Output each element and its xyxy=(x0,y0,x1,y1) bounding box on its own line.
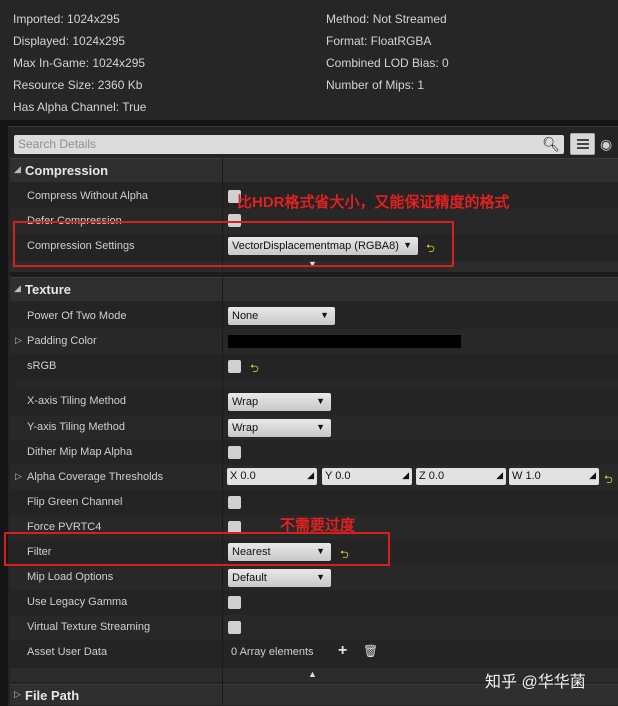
annotation-box-filter xyxy=(4,532,390,566)
property-label: Virtual Texture Streaming xyxy=(27,621,151,633)
property-label: Alpha Coverage Thresholds xyxy=(27,471,164,483)
category-label: Texture xyxy=(25,282,71,297)
annotation-box-compression xyxy=(13,221,454,267)
padding-color-swatch[interactable] xyxy=(228,335,461,348)
property-label: Flip Green Channel xyxy=(27,496,123,508)
use-legacy-gamma-checkbox[interactable] xyxy=(228,596,241,609)
expand-triangle-icon[interactable]: ▷ xyxy=(15,335,22,346)
row-srgb: sRGB ⮌ xyxy=(10,354,618,379)
search-placeholder: Search Details xyxy=(18,137,97,151)
expand-triangle-icon[interactable]: ▷ xyxy=(15,471,22,482)
row-dither-mip-map-alpha: Dither Mip Map Alpha xyxy=(10,440,618,465)
dropdown-value: None xyxy=(232,310,259,322)
reset-to-default-icon[interactable]: ⮌ xyxy=(250,360,259,379)
power-of-two-dropdown[interactable]: None ▼ xyxy=(228,307,335,325)
drag-handle-icon[interactable]: ◢ xyxy=(589,470,596,481)
texture-info-panel: Imported: 1024x295 Displayed: 1024x295 M… xyxy=(0,0,618,120)
drag-handle-icon[interactable]: ◢ xyxy=(496,470,503,481)
dropdown-value: Default xyxy=(232,572,267,584)
row-alpha-coverage-thresholds: ▷ Alpha Coverage Thresholds X 0.0 ◢ Y 0.… xyxy=(10,465,618,490)
drag-handle-icon[interactable]: ◢ xyxy=(307,470,314,481)
chevron-down-icon: ▼ xyxy=(316,572,325,582)
annotation-compression-note: 比HDR格式省大小，又能保证精度的格式 xyxy=(237,194,510,211)
eye-icon[interactable]: ◉ xyxy=(600,136,612,153)
vector-value: X 0.0 xyxy=(230,470,256,482)
alpha-z-field[interactable]: Z 0.0 ◢ xyxy=(416,468,506,485)
row-padding-color: ▷ Padding Color xyxy=(10,329,618,354)
row-power-of-two-mode: Power Of Two Mode None ▼ xyxy=(10,304,618,329)
texture-format: Format: FloatRGBA xyxy=(326,34,432,48)
streaming-method: Method: Not Streamed xyxy=(326,12,447,26)
row-use-legacy-gamma: Use Legacy Gamma xyxy=(10,590,618,615)
max-in-game-size: Max In-Game: 1024x295 xyxy=(13,56,146,70)
annotation-filter-note: 不需要过度 xyxy=(280,517,356,534)
srgb-checkbox[interactable] xyxy=(228,360,241,373)
add-element-icon[interactable]: + xyxy=(338,642,347,660)
collapse-triangle-icon[interactable]: ◢ xyxy=(14,164,21,175)
vector-value: Z 0.0 xyxy=(419,470,445,482)
row-mip-load-options: Mip Load Options Default ▼ xyxy=(10,565,618,590)
view-options-button[interactable] xyxy=(570,133,595,155)
collapse-triangle-icon[interactable]: ◢ xyxy=(14,283,21,294)
mip-load-options-dropdown[interactable]: Default ▼ xyxy=(228,569,331,587)
resource-size: Resource Size: 2360 Kb xyxy=(13,78,143,92)
has-alpha-channel: Has Alpha Channel: True xyxy=(13,100,147,114)
dropdown-value: Wrap xyxy=(232,396,259,408)
row-asset-user-data: Asset User Data 0 Array elements + 🗑︎ xyxy=(10,640,618,665)
array-count: 0 Array elements xyxy=(231,646,314,658)
alpha-w-field[interactable]: W 1.0 ◢ xyxy=(509,468,599,485)
number-of-mips: Number of Mips: 1 xyxy=(326,78,425,92)
alpha-x-field[interactable]: X 0.0 ◢ xyxy=(227,468,317,485)
displayed-size: Displayed: 1024x295 xyxy=(13,34,126,48)
virtual-texture-streaming-checkbox[interactable] xyxy=(228,621,241,634)
trash-icon[interactable]: 🗑︎ xyxy=(363,644,378,658)
x-tiling-dropdown[interactable]: Wrap ▼ xyxy=(228,393,331,411)
property-label: X-axis Tiling Method xyxy=(27,395,127,407)
dropdown-value: Wrap xyxy=(232,422,259,434)
divider xyxy=(10,379,618,389)
property-label: Power Of Two Mode xyxy=(27,310,127,322)
chevron-down-icon: ▼ xyxy=(316,422,325,432)
row-flip-green-channel: Flip Green Channel xyxy=(10,490,618,515)
property-label: Dither Mip Map Alpha xyxy=(27,446,133,458)
lod-bias: Combined LOD Bias: 0 xyxy=(326,56,449,70)
chevron-down-icon: ▼ xyxy=(316,396,325,406)
dither-mip-map-alpha-checkbox[interactable] xyxy=(228,446,241,459)
category-compression[interactable]: ◢ Compression xyxy=(10,158,618,182)
search-details-box[interactable]: Search Details 🔍︎ xyxy=(14,135,564,154)
row-y-tiling: Y-axis Tiling Method Wrap ▼ xyxy=(10,415,618,440)
property-label: Asset User Data xyxy=(27,646,108,658)
row-x-tiling: X-axis Tiling Method Wrap ▼ xyxy=(10,389,618,414)
category-label: Compression xyxy=(25,163,109,178)
reset-to-default-icon[interactable]: ⮌ xyxy=(604,471,613,490)
expand-triangle-icon[interactable]: ▷ xyxy=(14,689,21,700)
category-texture[interactable]: ◢ Texture xyxy=(10,277,618,301)
y-tiling-dropdown[interactable]: Wrap ▼ xyxy=(228,419,331,437)
property-label: Padding Color xyxy=(27,335,97,347)
vector-value: W 1.0 xyxy=(512,470,541,482)
alpha-y-field[interactable]: Y 0.0 ◢ xyxy=(322,468,412,485)
search-icon[interactable]: 🔍︎ xyxy=(542,136,560,153)
property-label: Y-axis Tiling Method xyxy=(27,421,126,433)
chevron-up-icon[interactable]: ▲ xyxy=(308,669,317,679)
property-label: Mip Load Options xyxy=(27,571,114,583)
property-label: Use Legacy Gamma xyxy=(27,596,128,608)
property-label: Compress Without Alpha xyxy=(27,190,149,202)
flip-green-channel-checkbox[interactable] xyxy=(228,496,241,509)
vector-value: Y 0.0 xyxy=(325,470,351,482)
imported-size: Imported: 1024x295 xyxy=(13,12,120,26)
chevron-down-icon: ▼ xyxy=(320,310,329,320)
property-label: sRGB xyxy=(27,360,57,372)
drag-handle-icon[interactable]: ◢ xyxy=(402,470,409,481)
watermark: 知乎 @华华菌 xyxy=(485,674,586,691)
row-virtual-texture-streaming: Virtual Texture Streaming xyxy=(10,615,618,640)
category-label: File Path xyxy=(25,688,80,703)
